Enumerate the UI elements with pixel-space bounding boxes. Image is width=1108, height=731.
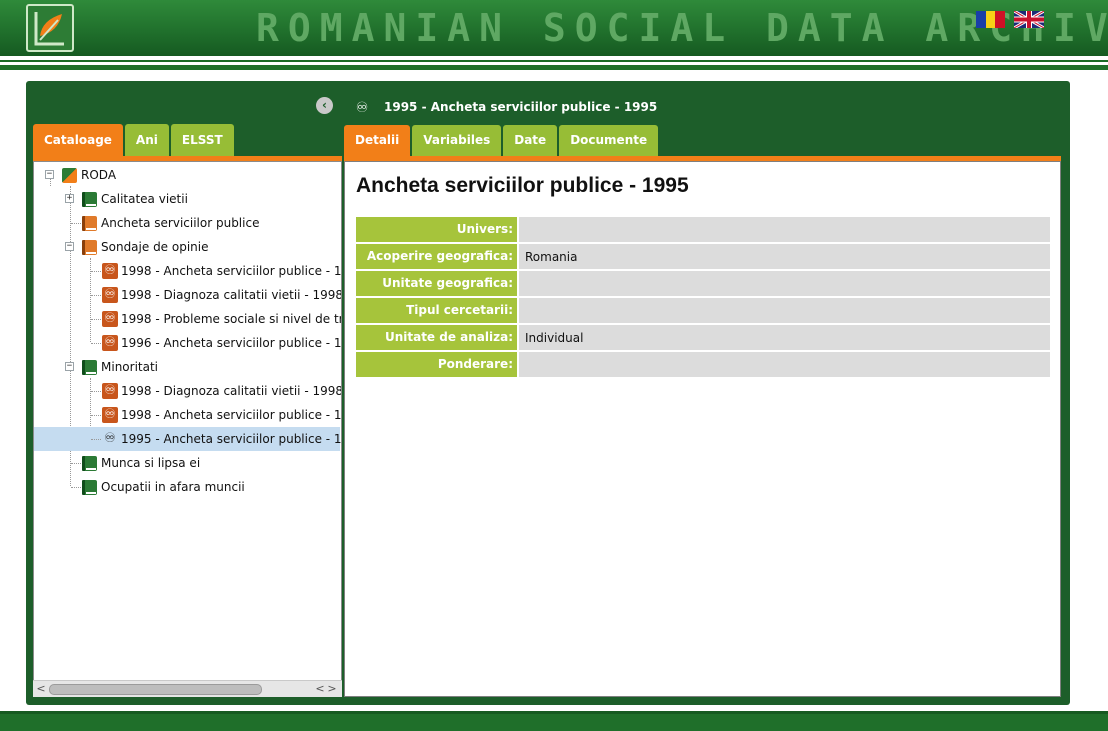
tree-item-label: Ancheta serviciilor publice [101,216,260,230]
binoculars-icon: ♾ [102,287,118,303]
detail-value: Individual [519,325,1050,350]
binoculars-icon: ♾ [102,311,118,327]
detail-value [519,217,1050,242]
green-book-icon [82,480,97,495]
detail-row-tipul-cercetarii: Tipul cercetarii: [356,297,1050,324]
tree-item-roda[interactable]: − RODA [34,163,340,187]
detail-row-acoperire-geografica: Acoperire geografica: Romania [356,243,1050,270]
tree-item-study-selected[interactable]: ♾ 1995 - Ancheta serviciilor publice - 1… [34,427,342,451]
binoculars-outline-icon: ♾ [104,431,116,446]
scroll-right-icon[interactable]: > [326,681,338,697]
detail-label: Tipul cercetarii: [356,298,517,323]
tree-item-study[interactable]: ♾ 1998 - Diagnoza calitatii vietii - 199… [34,379,342,403]
green-book-icon [82,456,97,471]
detail-label: Unitate de analiza: [356,325,517,350]
detail-value: Romania [519,244,1050,269]
detail-value [519,352,1050,377]
detail-row-univers: Univers: [356,216,1050,243]
detail-value [519,271,1050,296]
tree-item-study[interactable]: ♾ 1998 - Diagnoza calitatii vietii - 199… [34,283,342,307]
collapse-icon[interactable]: − [45,170,54,179]
catalog-tree: − RODA + Calitatea vietii Ancheta servic… [33,161,342,697]
roda-logo-icon[interactable] [26,4,74,52]
roda-icon [62,168,77,183]
tab-ani[interactable]: Ani [124,124,169,156]
panel-title: 1995 - Ancheta serviciilor publice - 199… [384,100,658,114]
tab-documente[interactable]: Documente [559,125,659,156]
tree-item-label: RODA [81,168,117,182]
tree-item-study[interactable]: ♾ 1998 - Ancheta serviciilor publice - 1… [34,259,342,283]
tree-item-ancheta-serviciilor-publice[interactable]: Ancheta serviciilor publice [34,211,340,235]
scroll-left-icon[interactable]: < [314,681,326,697]
english-flag-icon[interactable] [1014,11,1044,28]
site-header: ROMANIAN SOCIAL DATA ARCHIVE [0,0,1108,56]
tab-detalii[interactable]: Detalii [344,125,411,156]
tree-item-label: 1998 - Probleme sociale si nivel de trai… [121,312,341,326]
expand-icon[interactable]: + [65,194,74,203]
green-book-icon [82,192,97,207]
scrollbar-thumb[interactable] [49,684,262,695]
tab-cataloage[interactable]: Cataloage [33,124,123,156]
tree-item-minoritati[interactable]: − Minoritati [34,355,340,379]
detail-label: Unitate geografica: [356,271,517,296]
detail-label: Ponderare: [356,352,517,377]
tree-item-label: 1995 - Ancheta serviciilor publice - 199… [121,432,342,446]
right-tabs: Detalii Variabiles Date Documente [344,125,659,156]
tree-item-label: Calitatea vietii [101,192,188,206]
tab-elsst[interactable]: ELSST [170,124,234,156]
collapse-icon[interactable]: − [65,362,74,371]
tree-item-sondaje-de-opinie[interactable]: − Sondaje de opinie [34,235,340,259]
details-panel: Ancheta serviciilor publice - 1995 Unive… [344,161,1061,697]
tree-item-calitatea-vietii[interactable]: + Calitatea vietii [34,187,340,211]
tree-item-study[interactable]: ♾ 1996 - Ancheta serviciilor publice - 1… [34,331,342,355]
detail-label: Acoperire geografica: [356,244,517,269]
header-divider [0,56,1108,76]
tree-item-munca-si-lipsa-ei[interactable]: Munca si lipsa ei [34,451,340,475]
orange-book-icon [82,216,97,231]
tree-item-label: 1998 - Ancheta serviciilor publice - 199… [121,408,342,422]
tree-item-study[interactable]: ♾ 1998 - Ancheta serviciilor publice - 1… [34,403,342,427]
tree-item-label: 1996 - Ancheta serviciilor publice - 199… [121,336,342,350]
tree-item-label: Sondaje de opinie [101,240,209,254]
tree-item-ocupatii[interactable]: Ocupatii in afara muncii [34,475,340,499]
romanian-flag-icon[interactable] [976,11,1006,28]
details-table: Univers: Acoperire geografica: Romania U… [356,216,1050,378]
scroll-left-icon[interactable]: < [35,681,47,697]
tree-item-label: Munca si lipsa ei [101,456,201,470]
detail-value [519,298,1050,323]
binoculars-icon: ♾ [102,383,118,399]
detail-row-unitate-geografica: Unitate geografica: [356,270,1050,297]
orange-book-icon [82,240,97,255]
site-footer [0,711,1108,731]
tree-item-label: 1998 - Ancheta serviciilor publice - 199… [121,264,342,278]
detail-row-ponderare: Ponderare: [356,351,1050,378]
green-book-icon [82,360,97,375]
tab-variabiles[interactable]: Variabiles [412,125,502,156]
left-tabs: Cataloage Ani ELSST [33,124,234,156]
tab-date[interactable]: Date [503,125,558,156]
tree-item-label: 1998 - Diagnoza calitatii vietii - 1998 [121,384,342,398]
page-title: Ancheta serviciilor publice - 1995 [356,174,689,197]
tree-item-label: 1998 - Diagnoza calitatii vietii - 1998 [121,288,342,302]
binoculars-icon: ♾ [355,100,369,116]
collapse-icon[interactable]: − [65,242,74,251]
horizontal-scrollbar[interactable]: < < > [33,680,342,697]
tree-item-label: Minoritati [101,360,158,374]
detail-row-unitate-de-analiza: Unitate de analiza: Individual [356,324,1050,351]
detail-label: Univers: [356,217,517,242]
collapse-panel-icon[interactable]: ‹ [316,97,333,114]
binoculars-icon: ♾ [102,263,118,279]
tree-item-label: Ocupatii in afara muncii [101,480,245,494]
binoculars-icon: ♾ [102,407,118,423]
tree-item-study[interactable]: ♾ 1998 - Probleme sociale si nivel de tr… [34,307,341,331]
binoculars-icon: ♾ [102,335,118,351]
